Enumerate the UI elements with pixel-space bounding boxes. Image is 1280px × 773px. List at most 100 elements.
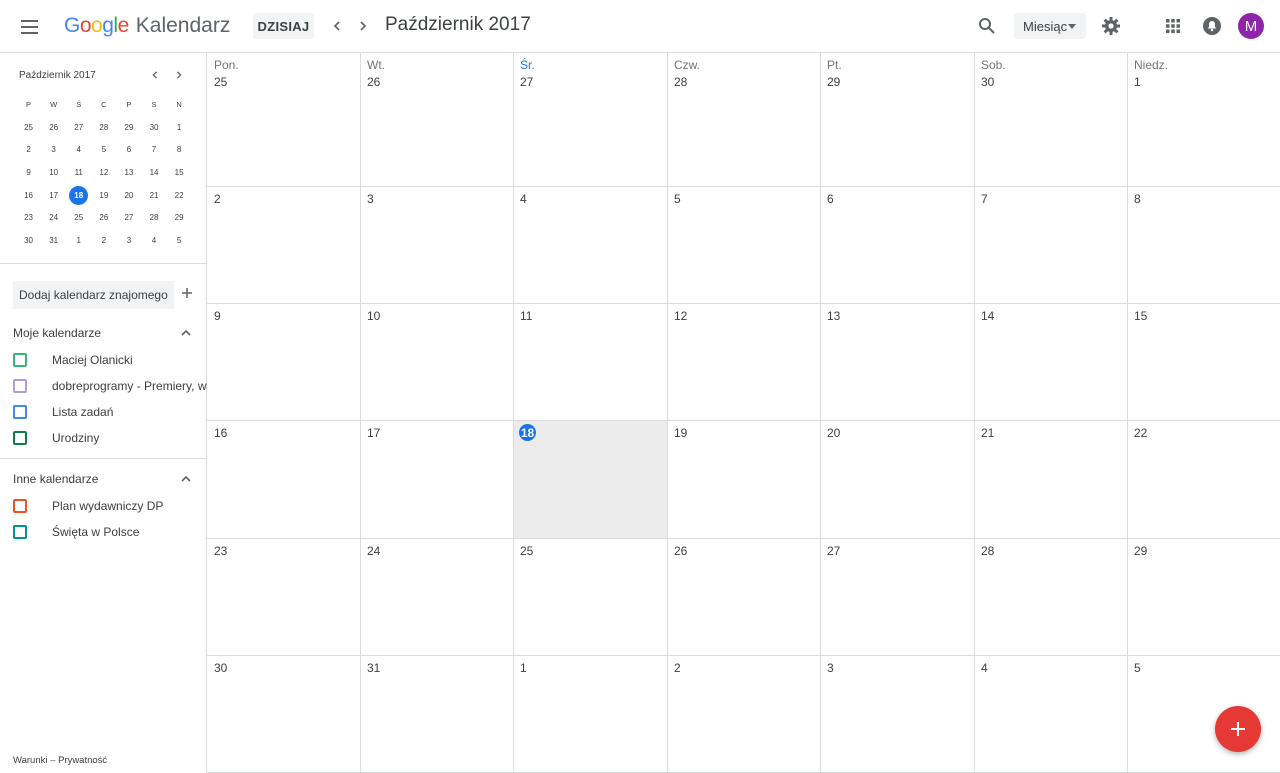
mini-next-icon[interactable]	[171, 67, 187, 83]
view-select[interactable]: Miesiąc	[1014, 13, 1086, 39]
day-cell[interactable]: 4	[513, 186, 667, 303]
day-number[interactable]: 22	[1134, 426, 1147, 440]
mini-day[interactable]: 26	[91, 208, 116, 228]
add-friend-calendar-input[interactable]: Dodaj kalendarz znajomego	[13, 281, 174, 309]
mini-day[interactable]: 21	[141, 185, 166, 205]
notifications-icon[interactable]	[1199, 13, 1225, 39]
mini-day[interactable]: 20	[116, 185, 141, 205]
day-number[interactable]: 6	[827, 192, 834, 206]
calendar-checkbox[interactable]	[13, 353, 27, 367]
calendar-checkbox[interactable]	[13, 525, 27, 539]
day-cell[interactable]: Pon. 25	[207, 53, 360, 186]
mini-prev-icon[interactable]	[147, 67, 163, 83]
day-cell[interactable]: 19	[667, 420, 820, 538]
mini-day[interactable]: 1	[167, 117, 192, 137]
today-button[interactable]: DZISIAJ	[253, 13, 314, 39]
day-number[interactable]: 3	[827, 661, 834, 675]
day-cell[interactable]: 10	[360, 303, 513, 420]
day-number[interactable]: 27	[520, 75, 533, 89]
day-number[interactable]: 20	[827, 426, 840, 440]
day-cell[interactable]: Niedz. 1	[1127, 53, 1280, 186]
day-cell[interactable]: 29	[1127, 538, 1280, 655]
day-cell[interactable]: 30	[207, 655, 360, 773]
day-cell[interactable]: 22	[1127, 420, 1280, 538]
day-number[interactable]: 8	[1134, 192, 1141, 206]
mini-day[interactable]: 25	[16, 117, 41, 137]
calendar-item[interactable]: Święta w Polsce	[13, 525, 207, 539]
mini-day[interactable]: 30	[141, 117, 166, 137]
mini-day[interactable]: 12	[91, 162, 116, 182]
day-number[interactable]: 29	[827, 75, 840, 89]
mini-day[interactable]: 29	[116, 117, 141, 137]
day-cell[interactable]: 3	[360, 186, 513, 303]
apps-icon[interactable]	[1160, 13, 1186, 39]
day-number[interactable]: 28	[674, 75, 687, 89]
calendar-checkbox[interactable]	[13, 431, 27, 445]
mini-day[interactable]: 14	[141, 162, 166, 182]
mini-day[interactable]: 25	[66, 208, 91, 228]
calendar-checkbox[interactable]	[13, 379, 27, 393]
mini-day[interactable]: 29	[167, 208, 192, 228]
day-number[interactable]: 2	[674, 661, 681, 675]
day-cell[interactable]: 25	[513, 538, 667, 655]
day-number[interactable]: 14	[981, 309, 994, 323]
day-number[interactable]: 9	[214, 309, 221, 323]
day-cell[interactable]: 15	[1127, 303, 1280, 420]
day-number[interactable]: 18	[519, 424, 536, 441]
day-cell[interactable]: Pt. 29	[820, 53, 974, 186]
day-number[interactable]: 25	[214, 75, 227, 89]
mini-day[interactable]: 13	[116, 162, 141, 182]
day-cell[interactable]: 13	[820, 303, 974, 420]
day-cell[interactable]: 7	[974, 186, 1127, 303]
chevron-right-icon[interactable]	[352, 14, 374, 38]
mini-day[interactable]: 27	[66, 117, 91, 137]
mini-day[interactable]: 2	[91, 230, 116, 250]
mini-day[interactable]: 15	[167, 162, 192, 182]
day-cell[interactable]: 12	[667, 303, 820, 420]
mini-day[interactable]: 27	[116, 208, 141, 228]
day-number[interactable]: 23	[214, 544, 227, 558]
mini-day[interactable]: 22	[167, 185, 192, 205]
day-number[interactable]: 21	[981, 426, 994, 440]
day-cell[interactable]: 2	[207, 186, 360, 303]
day-number[interactable]: 5	[674, 192, 681, 206]
mini-day[interactable]: 18	[66, 185, 91, 205]
day-cell[interactable]: Czw. 28	[667, 53, 820, 186]
day-cell[interactable]: 20	[820, 420, 974, 538]
mini-day[interactable]: 26	[41, 117, 66, 137]
calendar-item[interactable]: Urodziny	[13, 431, 207, 445]
create-event-button[interactable]	[1215, 706, 1261, 752]
day-cell[interactable]: Śr. 27	[513, 53, 667, 186]
calendar-item[interactable]: Plan wydawniczy DP	[13, 499, 207, 513]
day-number[interactable]: 26	[674, 544, 687, 558]
day-number[interactable]: 19	[674, 426, 687, 440]
menu-icon[interactable]	[14, 12, 44, 42]
app-logo[interactable]: Google Kalendarz	[64, 14, 230, 38]
mini-day[interactable]: 5	[91, 140, 116, 160]
calendar-checkbox[interactable]	[13, 405, 27, 419]
day-cell[interactable]: 6	[820, 186, 974, 303]
day-number[interactable]: 4	[520, 192, 527, 206]
day-number[interactable]: 5	[1134, 661, 1141, 675]
calendar-item[interactable]: Lista zadań	[13, 405, 207, 419]
add-icon[interactable]	[179, 285, 195, 301]
mini-day[interactable]: 30	[16, 230, 41, 250]
day-number[interactable]: 29	[1134, 544, 1147, 558]
mini-day[interactable]: 7	[141, 140, 166, 160]
day-cell[interactable]: 5	[1127, 655, 1280, 773]
day-cell[interactable]: 18	[513, 420, 667, 538]
day-number[interactable]: 30	[981, 75, 994, 89]
mini-day[interactable]: 4	[66, 140, 91, 160]
other-calendars-title[interactable]: Inne kalendarze	[13, 472, 98, 486]
mini-day[interactable]: 1	[66, 230, 91, 250]
day-cell[interactable]: 8	[1127, 186, 1280, 303]
day-number[interactable]: 16	[214, 426, 227, 440]
day-cell[interactable]: 9	[207, 303, 360, 420]
mini-day[interactable]: 28	[141, 208, 166, 228]
mini-day[interactable]: 5	[167, 230, 192, 250]
day-cell[interactable]: 31	[360, 655, 513, 773]
terms-link[interactable]: Warunki	[13, 755, 48, 766]
chevron-up-icon[interactable]	[180, 326, 194, 340]
day-cell[interactable]: 16	[207, 420, 360, 538]
day-number[interactable]: 31	[367, 661, 380, 675]
